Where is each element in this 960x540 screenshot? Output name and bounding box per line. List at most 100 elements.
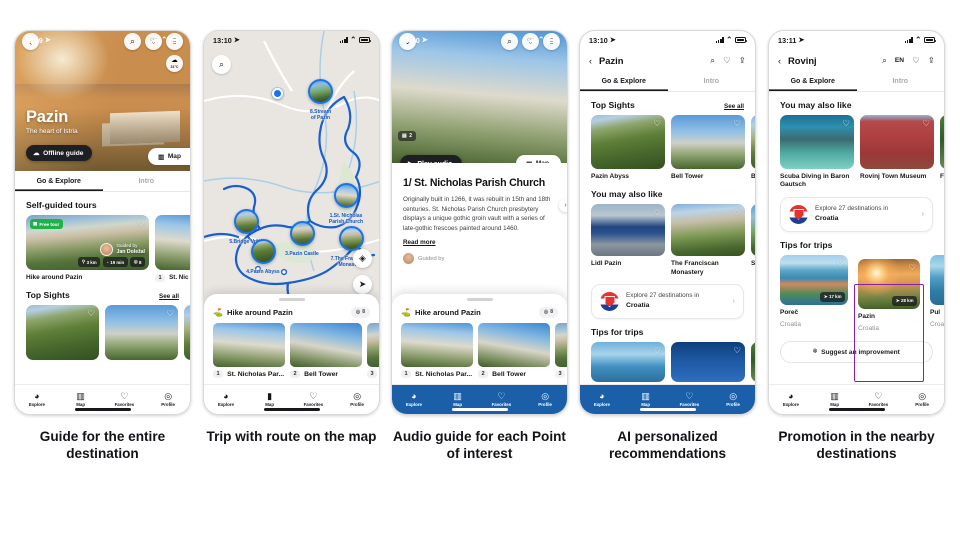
tab-go-and-explore[interactable]: Go & Explore <box>769 71 857 91</box>
suggestion-card[interactable]: Stre <box>751 204 755 277</box>
heart-icon[interactable]: ♡ <box>653 208 661 217</box>
nav-map[interactable]: ▮ Map <box>248 391 292 407</box>
bottom-sheet-2[interactable]: ⛳ Hike around Pazin ◎ 8 1 St. Nicholas Pa… <box>204 293 379 384</box>
heart-icon[interactable]: ♡ <box>733 119 741 128</box>
suggestion-card[interactable]: ♡ Lidl Pazin <box>591 204 665 277</box>
nav-favorites[interactable]: ♡ Favorites <box>668 391 712 407</box>
nav-explore[interactable]: ◕ Explore <box>15 391 59 407</box>
tip-card-highlighted[interactable]: ♡ ➤ 28 km Pazin Croatia <box>854 255 924 334</box>
list-item[interactable]: 1 St. Nicholas Par... <box>213 322 285 378</box>
nav-profile[interactable]: ◎ Profile <box>146 391 190 407</box>
heart-icon[interactable]: ♡ <box>166 309 174 318</box>
layers-icon[interactable]: ◈ <box>353 249 372 268</box>
nav-map[interactable]: ▥ Map <box>436 391 480 407</box>
next-poi-button[interactable]: › <box>559 199 567 212</box>
navigate-arrow-icon[interactable]: ➤ <box>353 275 372 294</box>
map-poi-1-church[interactable]: 1.St. Nicholas Parish Church <box>324 183 368 225</box>
map-button[interactable]: ▥ Map <box>516 155 561 163</box>
tip-card[interactable]: Pul Croa <box>930 254 944 334</box>
also-like-row[interactable]: ♡ Lidl Pazin ♡ The Franciscan Monastery … <box>580 204 755 277</box>
suggestion-card[interactable]: ♡ Rovinj Town Museum <box>860 115 934 190</box>
top-sights-row[interactable]: ♡ ♡ <box>15 305 190 361</box>
see-all-link[interactable]: See all <box>724 103 744 110</box>
map-poi-4-abyss[interactable]: 4.Pazin Abyss <box>242 239 284 275</box>
nav-profile[interactable]: ◎ Profile <box>335 391 379 407</box>
nav-profile[interactable]: ◎ Profile <box>900 391 944 407</box>
list-item[interactable]: 1 St. Nicholas Par... <box>401 322 473 378</box>
share-icon[interactable]: ⇪ <box>739 55 746 66</box>
heart-icon[interactable]: ♡ <box>87 309 95 318</box>
nav-profile[interactable]: ◎ Profile <box>711 391 755 407</box>
tab-intro[interactable]: Intro <box>103 171 191 191</box>
nav-favorites[interactable]: ♡ Favorites <box>857 391 901 407</box>
top-sights-row[interactable]: ♡ Pazin Abyss ♡ Bell Tower Brid <box>580 115 755 181</box>
suggestion-card[interactable]: Fran <box>940 115 944 190</box>
heart-icon[interactable]: ♡ <box>733 208 741 217</box>
heart-icon[interactable]: ♡ <box>137 219 145 228</box>
heart-icon[interactable]: ♡ <box>723 55 731 66</box>
nav-map[interactable]: ▥ Map <box>624 391 668 407</box>
map-poi-8-stream[interactable]: 8.Stream of Pazin <box>307 79 334 121</box>
tab-go-and-explore[interactable]: Go & Explore <box>15 171 103 191</box>
tip-card[interactable]: ♡ <box>591 341 665 382</box>
nav-profile[interactable]: ◎ Profile <box>523 391 567 407</box>
sight-card[interactable]: ♡ <box>26 305 99 361</box>
sight-card[interactable]: Brid <box>751 115 755 181</box>
list-item[interactable]: 3Pazi <box>555 322 567 378</box>
explore-country-banner[interactable]: Explore 27 destinations in Croatia › <box>780 196 933 232</box>
tip-card[interactable]: ♡ ➤ 17 km Poreč Croatia <box>780 254 848 334</box>
map-poi-3-castle[interactable]: 3.Pazin Castle <box>281 221 323 257</box>
heart-icon[interactable]: ♡ <box>842 119 850 128</box>
nav-explore[interactable]: ◕ Explore <box>580 391 624 407</box>
search-icon[interactable]: ⌕ <box>710 55 715 66</box>
sight-card[interactable]: ♡ Pazin Abyss <box>591 115 665 181</box>
heart-icon[interactable]: ♡ <box>733 346 741 355</box>
sight-card[interactable] <box>184 305 190 361</box>
tour-card[interactable]: 1 St. Nic <box>155 215 190 282</box>
tips-row[interactable]: ♡ ➤ 17 km Poreč Croatia ♡ ➤ 28 km Pazin … <box>769 254 944 334</box>
heart-icon[interactable]: ♡ <box>908 263 916 272</box>
read-more-link[interactable]: Read more <box>392 233 567 246</box>
weather-badge[interactable]: ☁ 31°C <box>166 55 183 72</box>
tab-intro[interactable]: Intro <box>857 71 945 91</box>
explore-country-banner[interactable]: Explore 27 destinations in Croatia › <box>591 283 744 319</box>
back-button[interactable]: ‹ <box>589 56 592 66</box>
nav-map[interactable]: ▥ Map <box>813 391 857 407</box>
list-item[interactable]: 2 Bell Tower <box>478 322 550 378</box>
tab-intro[interactable]: Intro <box>668 71 756 91</box>
heart-icon[interactable]: ♡ <box>653 119 661 128</box>
sheet-stop-list[interactable]: 1St. Nicholas Par... 2Bell Tower 3Pazi <box>392 322 567 378</box>
nav-explore[interactable]: ◕ Explore <box>769 391 813 407</box>
heart-icon[interactable]: ♡ <box>922 119 930 128</box>
map-button[interactable]: ▥ Map <box>148 148 190 165</box>
nav-explore[interactable]: ◕ Explore <box>204 391 248 407</box>
heart-icon[interactable]: ♡ <box>836 259 844 268</box>
tip-card[interactable]: ♡ <box>671 341 745 382</box>
bottom-sheet-3[interactable]: ⛳ Hike around Pazin ◎ 8 1 St. Nicholas Pa… <box>392 293 567 384</box>
also-like-row[interactable]: ♡ Scuba Diving in Baron Gautsch ♡ Rovinj… <box>769 115 944 190</box>
nav-explore[interactable]: ◕ Explore <box>392 391 436 407</box>
language-selector[interactable]: EN <box>895 57 904 64</box>
tour-card[interactable]: ▦ Free tour ♡ Guided by Jan Doležal ⚲ 3 … <box>26 215 149 282</box>
suggest-improvement-button[interactable]: ⌾ Suggest an improvement <box>780 341 933 364</box>
offline-guide-button[interactable]: ☁ Offline guide <box>26 145 93 161</box>
heart-icon[interactable]: ♡ <box>653 346 661 355</box>
search-icon[interactable]: ⌕ <box>212 55 231 74</box>
sight-card[interactable]: ♡ <box>105 305 178 361</box>
tip-card[interactable] <box>751 341 755 382</box>
suggestion-card[interactable]: ♡ The Franciscan Monastery <box>671 204 745 277</box>
list-item[interactable]: 3Pazi <box>367 322 379 378</box>
nav-favorites[interactable]: ♡ Favorites <box>480 391 524 407</box>
search-icon[interactable]: ⌕ <box>882 55 887 66</box>
sheet-stop-list[interactable]: 1St. Nicholas Par... 2Bell Tower 3Pazi <box>204 322 379 378</box>
nav-favorites[interactable]: ♡ Favorites <box>292 391 336 407</box>
suggestion-card[interactable]: ♡ Scuba Diving in Baron Gautsch <box>780 115 854 190</box>
nav-map[interactable]: ▥ Map <box>59 391 103 407</box>
see-all-link[interactable]: See all <box>159 293 179 300</box>
back-button[interactable]: ‹ <box>778 56 781 66</box>
nav-favorites[interactable]: ♡ Favorites <box>103 391 147 407</box>
play-audio-button[interactable]: ▶ Play audio <box>400 155 463 163</box>
tips-row[interactable]: ♡ ♡ <box>580 341 755 382</box>
list-item[interactable]: 2 Bell Tower <box>290 322 362 378</box>
sight-card[interactable]: ♡ Bell Tower <box>671 115 745 181</box>
